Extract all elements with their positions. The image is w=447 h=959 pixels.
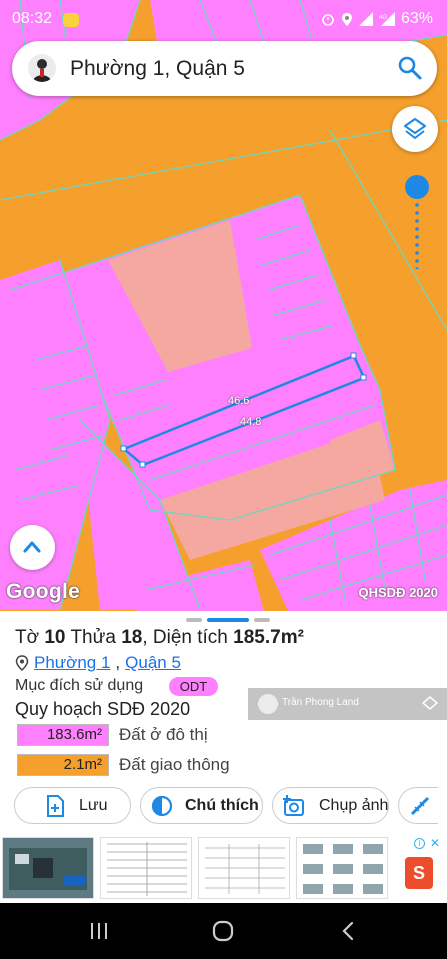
to-label: Tờ [15,627,40,648]
avatar[interactable] [28,54,56,82]
action-chips: Lưu Chú thích Chụp ảnh [14,787,438,824]
parcel-headline: Tờ 10 Thửa 18, Diện tích 185.7m² [15,627,304,648]
signal-icon [358,12,373,26]
save-button[interactable]: Lưu [14,787,131,824]
ad-close-icon[interactable]: ✕ [430,836,440,850]
legend-desc: Đất giao thông [119,755,230,774]
search-title[interactable]: Phường 1, Quận 5 [70,57,245,81]
location-separator: , [115,653,121,672]
legend-value: 2.1m² [17,754,109,776]
dimension-label-bottom: 44.8 [240,416,262,428]
system-nav-bar [0,903,447,959]
legend-desc: Đất ở đô thị [119,725,208,744]
ruler-icon [409,794,431,818]
legend-label: Chú thích [185,796,259,814]
map-layer-label: QHSDĐ 2020 [358,585,438,600]
thua-label: Thửa [70,627,116,648]
user-avatar-icon [33,59,51,82]
home-icon[interactable] [208,917,238,945]
parcel-location: Phường 1, Quận 5 [15,653,181,673]
sheet-page-indicator [186,618,270,622]
layers-button[interactable] [392,106,438,152]
opacity-slider[interactable] [405,175,429,275]
status-right: 4G 63% [321,10,433,28]
legend-row-residential: 183.6m² Đất ở đô thị [17,724,208,746]
ad-image[interactable] [2,837,94,899]
page-dot [186,618,202,622]
watermark-banner: Trần Phong Land [248,688,447,720]
area-value: 185.7m² [233,627,304,648]
contrast-icon [151,794,173,818]
thua-value: 18 [121,627,143,648]
page-dot [254,618,270,622]
purpose-label: Mục đích sử dụng [15,677,144,694]
area-label: Diện tích [152,627,228,648]
watermark-logo-icon [421,696,439,710]
legend-button[interactable]: Chú thích [140,787,263,824]
ad-banner[interactable]: i ✕ S [0,836,447,903]
dimension-label-top: 46.6 [228,395,250,407]
purpose-code-badge: ODT [169,677,218,696]
legend-value: 183.6m² [17,724,109,746]
parcel-info-sheet[interactable]: Tờ 10 Thửa 18, Diện tích 185.7m² Phường … [0,611,447,837]
layers-icon [404,118,426,139]
watermark-avatar [258,694,278,714]
search-icon[interactable] [397,55,423,81]
4g-signal-icon: 4G [379,12,395,26]
ad-image[interactable] [100,837,192,899]
legend-row-transport: 2.1m² Đất giao thông [17,754,230,776]
location-pin-icon [15,655,29,671]
ward-link[interactable]: Phường 1 [34,653,110,673]
watermark-text: Trần Phong Land [282,697,359,708]
search-bar[interactable]: Phường 1, Quận 5 [12,41,437,96]
page-dot-active [207,618,249,622]
slider-track[interactable] [415,201,419,269]
expand-sheet-button[interactable] [10,525,55,570]
to-value: 10 [44,627,66,648]
ad-info-icon[interactable]: i [414,838,425,849]
recent-apps-icon[interactable] [84,917,114,945]
take-photo-button[interactable]: Chụp ảnh [272,787,389,824]
status-time: 08:32 [12,10,53,27]
district-link[interactable]: Quận 5 [125,653,181,673]
svg-text:4G: 4G [379,15,387,21]
chevron-up-icon [23,541,41,553]
ad-image[interactable] [198,837,290,899]
slider-knob[interactable] [405,175,429,199]
app-notification-icon [63,13,79,27]
status-bar: 08:32 4G 63% [0,0,447,38]
alarm-icon [322,14,334,26]
plan-title: Quy hoạch SDĐ 2020 [15,699,191,719]
measure-button[interactable] [398,787,438,824]
location-icon [341,12,352,26]
ad-image[interactable] [296,837,388,899]
add-photo-icon [283,794,307,818]
battery-percent: 63% [400,10,433,27]
back-icon[interactable] [334,917,364,945]
photo-label: Chụp ảnh [319,796,389,814]
google-logo: Google [6,580,81,603]
shopee-logo[interactable]: S [405,857,433,889]
save-label: Lưu [79,796,108,814]
add-document-icon [43,794,67,818]
